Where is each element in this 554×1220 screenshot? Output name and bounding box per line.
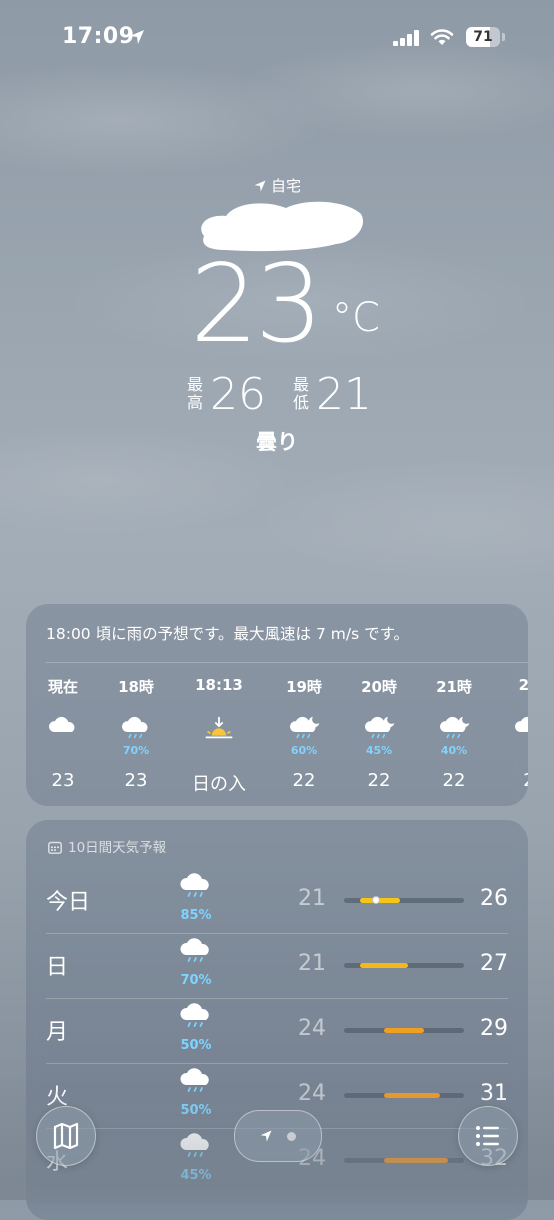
current-temp-dot xyxy=(371,896,380,904)
high-temperature: 31 xyxy=(480,1081,508,1106)
hourly-item: 21時 40% 22 xyxy=(419,676,489,791)
hour-label: 18:13 xyxy=(195,676,243,694)
day-label: 月 xyxy=(46,1020,69,1045)
cloud-icon xyxy=(45,716,81,747)
rain-cloud-icon xyxy=(176,1130,216,1166)
precip-chance: 45% xyxy=(180,1168,212,1183)
temperature-range-bar xyxy=(344,1028,464,1033)
sunset-icon xyxy=(201,716,237,747)
low-temperature: 21 xyxy=(298,951,326,976)
current-temperature: 23 xyxy=(190,242,323,367)
hourly-item: 19時 60% 22 xyxy=(269,676,339,791)
wifi-icon xyxy=(430,29,454,45)
calendar-icon xyxy=(48,841,62,854)
map-button[interactable] xyxy=(36,1106,96,1166)
rain-cloud-icon xyxy=(176,870,216,906)
battery-cap xyxy=(502,33,505,41)
cellular-signal-icon xyxy=(393,30,419,46)
precip-chance: 50% xyxy=(180,1103,212,1118)
hourly-item: 22 2 xyxy=(494,676,528,791)
temperature-range-fill xyxy=(360,963,408,968)
hour-label: 21時 xyxy=(436,678,472,696)
row-divider xyxy=(46,998,508,999)
daily-row[interactable]: 日 70% 21 27 xyxy=(46,933,508,997)
high-label: 最高 xyxy=(186,375,203,412)
day-label: 日 xyxy=(46,955,69,980)
hourly-item: 現在 23 xyxy=(28,676,98,791)
daily-row[interactable]: 今日 85% 21 26 xyxy=(46,868,508,932)
high-temperature: 27 xyxy=(480,951,508,976)
temperature-range-fill xyxy=(383,1158,448,1163)
temperature-range-bar xyxy=(344,1093,464,1098)
status-bar: 17:09 71 xyxy=(0,0,554,70)
location-label: 自宅 xyxy=(270,177,301,195)
status-time: 17:09 xyxy=(62,24,135,49)
temperature-range-bar xyxy=(344,896,464,904)
hour-temperature: 22 xyxy=(442,770,466,791)
precip-chance: 85% xyxy=(180,908,212,923)
high-temperature: 29 xyxy=(480,1016,508,1041)
battery-level: 71 xyxy=(473,29,493,45)
precip-chance: 50% xyxy=(180,1038,212,1053)
hour-label: 19時 xyxy=(286,678,322,696)
rain-cloud-icon xyxy=(176,935,216,971)
location-title[interactable]: 自宅 xyxy=(0,175,554,196)
location-arrow-icon xyxy=(260,1130,272,1142)
low-temperature: 21 xyxy=(298,886,326,911)
ten-day-header: 10日間天気予報 xyxy=(48,836,166,856)
temperature-unit: °C xyxy=(332,295,380,341)
low-label: 最低 xyxy=(292,375,309,412)
hourly-item: 20時 45% 22 xyxy=(344,676,414,791)
list-button[interactable] xyxy=(458,1106,518,1166)
high-temperature: 26 xyxy=(480,886,508,911)
hour-temperature: 23 xyxy=(51,770,75,791)
precip-chance: 60% xyxy=(290,744,318,757)
daily-row[interactable]: 月 50% 24 29 xyxy=(46,998,508,1062)
precip-chance: 70% xyxy=(122,744,150,757)
location-arrow-icon xyxy=(130,30,144,44)
page-dot xyxy=(287,1132,296,1141)
hour-label: 20時 xyxy=(361,678,397,696)
list-icon xyxy=(476,1126,499,1146)
temperature-range-fill xyxy=(383,1028,424,1033)
hourly-item: 18時 70% 23 xyxy=(101,676,171,791)
hourly-item: 18:13 日の入 xyxy=(184,676,254,796)
temperature-range-fill xyxy=(360,898,400,903)
rain-cloud-icon xyxy=(176,1065,216,1101)
battery-indicator: 71 xyxy=(466,27,500,47)
precip-chance: 45% xyxy=(365,744,393,757)
location-arrow-icon xyxy=(254,180,266,192)
page-indicator[interactable] xyxy=(234,1110,322,1162)
low-temperature: 24 xyxy=(298,1081,326,1106)
precip-chance: 40% xyxy=(440,744,468,757)
current-condition: 曇り xyxy=(256,430,298,454)
temperature-range-bar xyxy=(344,1158,464,1163)
precip-chance: 70% xyxy=(180,973,212,988)
row-divider xyxy=(46,933,508,934)
hour-label: 22 xyxy=(518,676,528,694)
day-label: 今日 xyxy=(46,890,91,915)
hourly-summary: 18:00 頃に雨の予想です。最大風速は 7 m/s です。 xyxy=(46,625,410,643)
temperature-range-bar xyxy=(344,963,464,968)
ten-day-title: 10日間天気予報 xyxy=(68,840,167,856)
high-temperature: 26 xyxy=(210,369,266,420)
hour-label: 現在 xyxy=(47,678,78,696)
hour-temperature: 日の入 xyxy=(192,774,246,795)
rain-cloud-icon xyxy=(176,1000,216,1036)
temperature-range-fill xyxy=(383,1093,440,1098)
cloud-icon xyxy=(511,716,528,747)
divider xyxy=(46,662,528,663)
low-temperature: 24 xyxy=(298,1016,326,1041)
hourly-forecast-card[interactable]: 18:00 頃に雨の予想です。最大風速は 7 m/s です。 現在 23 18時… xyxy=(26,604,528,806)
hour-temperature: 22 xyxy=(367,770,391,791)
row-divider xyxy=(46,1063,508,1064)
map-icon xyxy=(53,1122,79,1150)
hour-label: 18時 xyxy=(118,678,154,696)
low-temperature: 21 xyxy=(316,369,372,420)
hour-temperature: 22 xyxy=(292,770,316,791)
hour-temperature: 23 xyxy=(124,770,148,791)
hour-temperature: 2 xyxy=(494,770,528,791)
high-low: 最高 26 最低 21 xyxy=(0,372,554,418)
